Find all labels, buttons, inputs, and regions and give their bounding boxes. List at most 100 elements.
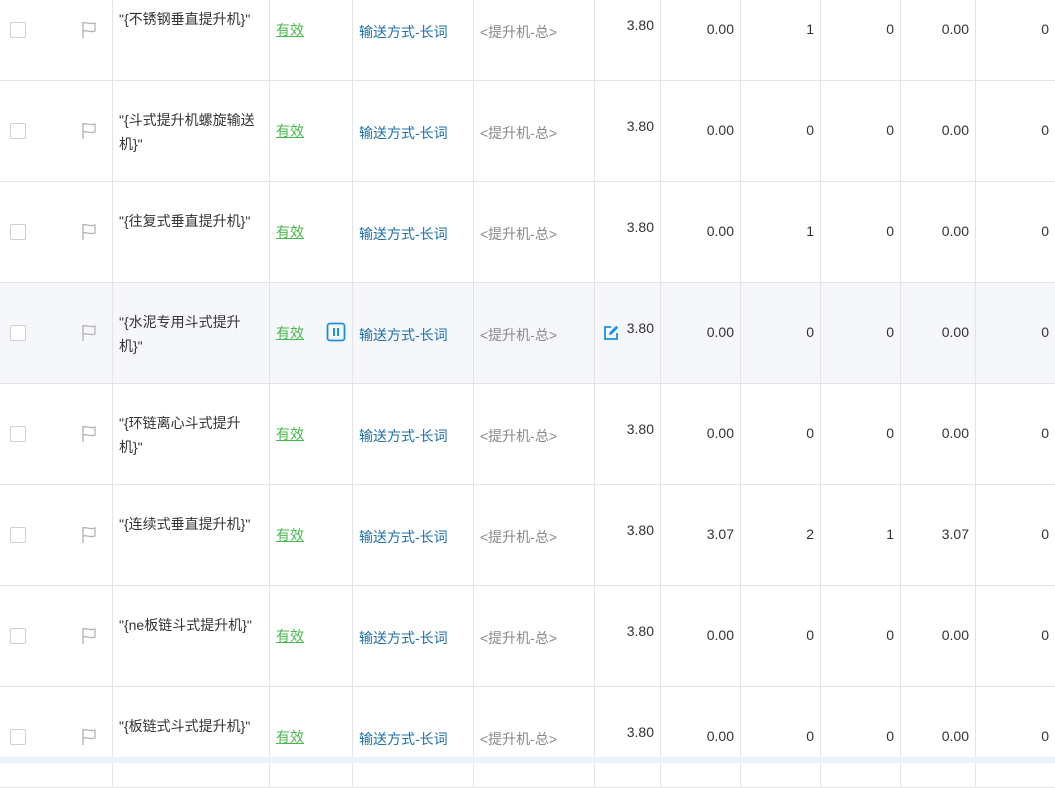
table-row: "{斗式提升机螺旋输送机}" 有效 输送方式-长词 <提升机-总> 3.80 0… (0, 81, 1055, 182)
metric-5-cell: 0 (976, 0, 1055, 80)
plan-link[interactable]: 输送方式-长词 (359, 22, 448, 42)
metric-5-value: 0 (1041, 21, 1049, 37)
status-link[interactable]: 有效 (276, 222, 304, 242)
table-row: "{连续式垂直提升机}" 有效 输送方式-长词 <提升机-总> 3.80 3.0… (0, 485, 1055, 586)
keyword-cell: "{斗式提升机螺旋输送机}" (113, 81, 270, 181)
metric-1-cell: 0.00 (661, 81, 741, 181)
pause-icon[interactable] (326, 322, 346, 342)
group-text: <提升机-总> (480, 327, 558, 343)
status-link[interactable]: 有效 (276, 20, 304, 40)
metric-2-cell: 0 (741, 384, 821, 484)
flag-icon[interactable] (79, 424, 99, 444)
table-row: "{环链离心斗式提升机}" 有效 输送方式-长词 <提升机-总> 3.80 0.… (0, 384, 1055, 485)
bid-value: 3.80 (626, 118, 654, 134)
group-cell: <提升机-总> (474, 182, 595, 282)
plan-link[interactable]: 输送方式-长词 (359, 123, 448, 143)
status-link[interactable]: 有效 (276, 727, 304, 747)
flag-cell (57, 586, 113, 686)
bid-value: 3.80 (626, 724, 654, 740)
checkbox-cell (0, 182, 57, 282)
bid-value: 3.80 (626, 623, 654, 639)
row-checkbox[interactable] (10, 426, 26, 442)
metric-3-cell: 0 (821, 182, 901, 282)
metric-3-cell: 0 (821, 81, 901, 181)
metric-4-cell: 0.00 (901, 586, 976, 686)
checkbox-cell (0, 283, 57, 383)
plan-cell: 输送方式-长词 (353, 384, 474, 484)
plan-link[interactable]: 输送方式-长词 (359, 527, 448, 547)
metric-5-value: 0 (1041, 728, 1049, 744)
flag-icon[interactable] (79, 222, 99, 242)
metric-5-cell: 0 (976, 687, 1055, 787)
status-link[interactable]: 有效 (276, 323, 304, 343)
flag-cell (57, 182, 113, 282)
metric-2-cell: 1 (741, 0, 821, 80)
bid-cell: 3.80 (595, 0, 661, 80)
bid-cell: 3.80 (595, 687, 661, 787)
keyword-cell: "{水泥专用斗式提升机}" (113, 283, 270, 383)
group-text: <提升机-总> (480, 226, 558, 242)
bid-value: 3.80 (626, 219, 654, 235)
metric-1-cell: 0.00 (661, 182, 741, 282)
flag-cell (57, 283, 113, 383)
status-cell: 有效 (270, 687, 353, 787)
metric-1-value: 3.07 (706, 526, 734, 542)
plan-link[interactable]: 输送方式-长词 (359, 224, 448, 244)
metric-5-cell: 0 (976, 384, 1055, 484)
keyword-text: "{ne板链斗式提升机}" (119, 617, 252, 633)
row-checkbox[interactable] (10, 123, 26, 139)
status-link[interactable]: 有效 (276, 121, 304, 141)
metric-5-cell: 0 (976, 81, 1055, 181)
flag-cell (57, 485, 113, 585)
keyword-cell: "{连续式垂直提升机}" (113, 485, 270, 585)
plan-cell: 输送方式-长词 (353, 81, 474, 181)
row-checkbox[interactable] (10, 527, 26, 543)
group-cell: <提升机-总> (474, 485, 595, 585)
metric-3-value: 0 (886, 728, 894, 744)
plan-cell: 输送方式-长词 (353, 0, 474, 80)
flag-icon[interactable] (79, 323, 99, 343)
metric-1-cell: 0.00 (661, 687, 741, 787)
flag-icon[interactable] (79, 727, 99, 747)
row-checkbox[interactable] (10, 22, 26, 38)
status-link[interactable]: 有效 (276, 525, 304, 545)
plan-link[interactable]: 输送方式-长词 (359, 729, 448, 749)
row-checkbox[interactable] (10, 628, 26, 644)
row-checkbox[interactable] (10, 729, 26, 745)
metric-3-cell: 0 (821, 586, 901, 686)
metric-4-value: 0.00 (941, 21, 969, 37)
metric-2-value: 0 (806, 627, 814, 643)
group-text: <提升机-总> (480, 529, 558, 545)
status-link[interactable]: 有效 (276, 424, 304, 444)
plan-link[interactable]: 输送方式-长词 (359, 628, 448, 648)
table-footer-strip (0, 757, 1055, 763)
metric-1-cell: 3.07 (661, 485, 741, 585)
metric-4-value: 0.00 (941, 728, 969, 744)
metric-4-cell: 0.00 (901, 687, 976, 787)
metric-1-cell: 0.00 (661, 384, 741, 484)
group-cell: <提升机-总> (474, 0, 595, 80)
edit-icon[interactable] (602, 324, 620, 342)
metric-5-cell: 0 (976, 283, 1055, 383)
row-checkbox[interactable] (10, 224, 26, 240)
metric-1-value: 0.00 (706, 223, 734, 239)
metric-3-cell: 0 (821, 283, 901, 383)
metric-2-cell: 0 (741, 81, 821, 181)
row-checkbox[interactable] (10, 325, 26, 341)
status-link[interactable]: 有效 (276, 626, 304, 646)
checkbox-cell (0, 485, 57, 585)
flag-icon[interactable] (79, 20, 99, 40)
metric-1-value: 0.00 (706, 122, 734, 138)
checkbox-cell (0, 586, 57, 686)
status-cell: 有效 (270, 0, 353, 80)
bid-cell: 3.80 (595, 182, 661, 282)
metric-3-value: 1 (886, 526, 894, 542)
plan-link[interactable]: 输送方式-长词 (359, 325, 448, 345)
metric-4-cell: 0.00 (901, 283, 976, 383)
plan-link[interactable]: 输送方式-长词 (359, 426, 448, 446)
metric-4-value: 0.00 (941, 324, 969, 340)
flag-icon[interactable] (79, 121, 99, 141)
flag-icon[interactable] (79, 525, 99, 545)
keyword-cell: "{ne板链斗式提升机}" (113, 586, 270, 686)
flag-icon[interactable] (79, 626, 99, 646)
